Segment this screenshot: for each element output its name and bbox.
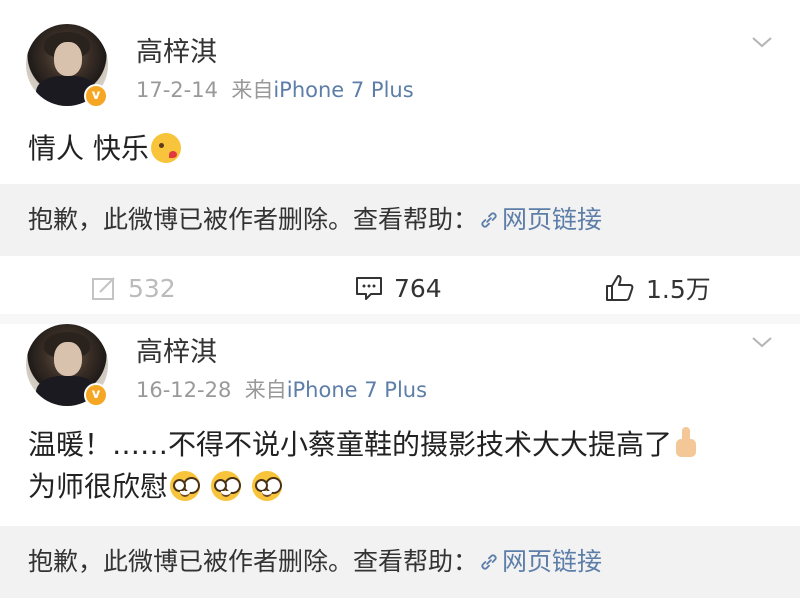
comment-icon <box>356 277 382 300</box>
nerd-emoji-icon <box>210 471 241 501</box>
comment-count: 764 <box>394 273 442 303</box>
like-icon <box>606 275 634 301</box>
post-date: 17-2-14 <box>136 78 218 102</box>
nerd-emoji-icon <box>170 471 201 501</box>
author-name[interactable]: 高梓淇 <box>136 30 217 69</box>
source-prefix: 来自 <box>231 78 274 102</box>
verified-badge-icon: v <box>84 383 108 407</box>
post-text-line: 情人 快乐 <box>28 132 149 165</box>
like-count: 1.5万 <box>646 275 711 304</box>
verified-badge-icon: v <box>84 84 108 108</box>
help-link[interactable]: 网页链接 <box>478 205 602 234</box>
deleted-text: 抱歉，此微博已被作者删除。查看帮助： <box>28 205 479 234</box>
deleted-text: 抱歉，此微博已被作者删除。查看帮助： <box>28 547 479 576</box>
post-meta: 17-2-14 来自iPhone 7 Plus <box>136 74 414 104</box>
chevron-down-icon[interactable] <box>750 30 774 54</box>
post-text: 情人 快乐 <box>28 128 181 170</box>
chevron-down-icon[interactable] <box>750 330 774 354</box>
deleted-notice: 抱歉，此微博已被作者删除。查看帮助： 网页链接 <box>0 526 800 598</box>
deleted-notice: 抱歉，此微博已被作者删除。查看帮助： 网页链接 <box>0 184 800 256</box>
author-name[interactable]: 高梓淇 <box>136 330 217 369</box>
source-link[interactable]: iPhone 7 Plus <box>273 78 413 102</box>
repost-button[interactable]: 532 <box>90 256 176 320</box>
post-meta: 16-12-28 来自iPhone 7 Plus <box>136 374 427 404</box>
post-text: 温暖！……不得不说小蔡童鞋的摄影技术大大提高了 为师很欣慰 <box>28 424 698 508</box>
help-link-label: 网页链接 <box>502 205 603 234</box>
link-icon <box>481 554 497 570</box>
repost-icon <box>92 277 115 300</box>
like-button[interactable]: 1.5万 <box>604 256 711 320</box>
post-actions: 532 764 1.5万 <box>0 256 800 320</box>
help-link-label: 网页链接 <box>502 547 603 576</box>
post-divider <box>0 314 800 324</box>
post-text-line: 温暖！……不得不说小蔡童鞋的摄影技术大大提高了 <box>28 428 673 461</box>
thumbs-up-emoji-icon <box>674 427 698 459</box>
nerd-emoji-icon <box>251 471 282 501</box>
kiss-emoji-icon <box>150 133 181 163</box>
comment-button[interactable]: 764 <box>354 256 442 320</box>
source-prefix: 来自 <box>244 378 287 402</box>
post-text-line: 为师很欣慰 <box>28 470 169 503</box>
repost-count: 532 <box>128 273 176 303</box>
source-link[interactable]: iPhone 7 Plus <box>287 378 427 402</box>
help-link[interactable]: 网页链接 <box>478 547 602 576</box>
post-date: 16-12-28 <box>136 378 232 402</box>
link-icon <box>481 212 497 228</box>
